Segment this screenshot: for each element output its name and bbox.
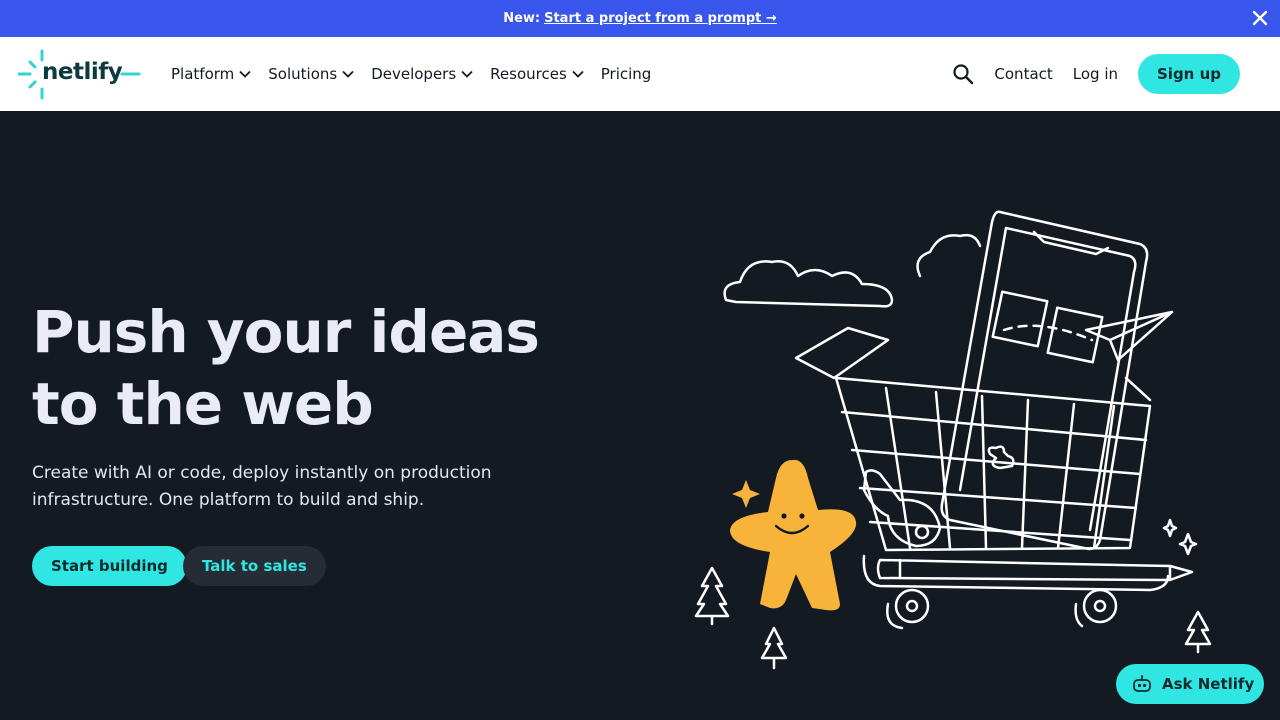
nav-solutions[interactable]: Solutions: [268, 65, 354, 83]
nav-platform-label: Platform: [171, 65, 235, 83]
talk-to-sales-button[interactable]: Talk to sales: [183, 546, 326, 586]
nav-pricing-label: Pricing: [600, 65, 652, 83]
duck-icon: [987, 445, 1015, 470]
nav-developers[interactable]: Developers: [371, 65, 473, 83]
ask-netlify-button[interactable]: Ask Netlify: [1116, 664, 1264, 704]
sparkle-icon: [1162, 518, 1178, 538]
hero-title-line-2: to the web: [32, 370, 374, 438]
start-building-button[interactable]: Start building: [32, 546, 187, 586]
chevron-down-icon: [461, 70, 473, 78]
signup-button[interactable]: Sign up: [1138, 54, 1240, 94]
nav-pricing[interactable]: Pricing: [601, 65, 652, 83]
nav-resources[interactable]: Resources: [490, 65, 584, 83]
hero-title-line-1: Push your ideas: [32, 298, 540, 366]
hero-title: Push your ideas to the web: [32, 296, 592, 440]
ask-netlify-label: Ask Netlify: [1162, 675, 1255, 693]
close-icon[interactable]: [1250, 8, 1270, 28]
mascot-star-illustration: [730, 459, 857, 611]
main-nav: Platform Solutions Developers Resources …: [171, 37, 668, 111]
hero-subtitle: Create with AI or code, deploy instantly…: [32, 463, 492, 510]
login-link[interactable]: Log in: [1073, 65, 1118, 83]
announcement-prefix: New:: [503, 11, 541, 26]
sparkle-icon: [1178, 532, 1198, 556]
netlify-logo[interactable]: netlify: [17, 49, 142, 101]
nav-developers-label: Developers: [371, 65, 457, 83]
announcement-bar: New: Start a project from a prompt →: [0, 0, 1280, 37]
cloud-small-illustration: [916, 233, 982, 278]
cloud-illustration: [723, 260, 894, 308]
header-actions: Contact Log in Sign up: [952, 37, 1240, 111]
paper-plane-illustration: [1084, 310, 1174, 362]
robot-icon: [1133, 675, 1151, 692]
nav-platform[interactable]: Platform: [171, 65, 251, 83]
chevron-down-icon: [239, 70, 251, 78]
nav-solutions-label: Solutions: [268, 65, 338, 83]
site-header: netlify Platform Solutions Developers Re…: [0, 37, 1280, 111]
tree-icon: [760, 626, 788, 670]
nav-resources-label: Resources: [490, 65, 567, 83]
hero-illustration: [694, 210, 1212, 670]
search-icon[interactable]: [952, 63, 974, 85]
contact-link[interactable]: Contact: [994, 65, 1052, 83]
chevron-down-icon: [572, 70, 584, 78]
tree-icon: [694, 566, 730, 626]
logo-text: netlify: [42, 59, 123, 85]
pencil-illustration: [876, 558, 1194, 582]
chevron-down-icon: [342, 70, 354, 78]
announcement-link[interactable]: Start a project from a prompt →: [544, 11, 777, 26]
tree-icon: [1184, 610, 1212, 654]
